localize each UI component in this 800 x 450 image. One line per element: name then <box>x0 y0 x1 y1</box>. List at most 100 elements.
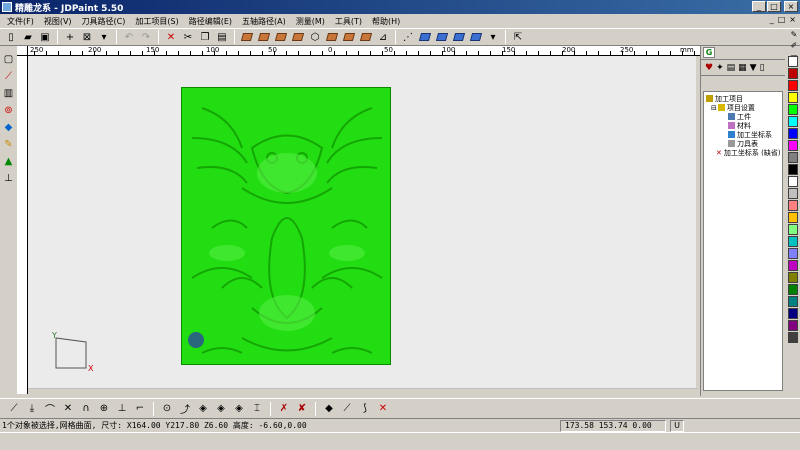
color-swatch[interactable] <box>788 320 798 331</box>
cam-tool-icon[interactable]: ⊚ <box>2 103 16 117</box>
view-wire-icon[interactable]: ⬡ <box>307 29 323 45</box>
tool-icon[interactable]: ✦ <box>716 63 724 73</box>
filter-icon[interactable]: ▼ <box>750 63 757 73</box>
project-tab[interactable]: G <box>703 47 715 58</box>
minimize-icon[interactable]: _ <box>752 1 766 12</box>
color-swatch[interactable] <box>788 272 798 283</box>
shaded-cube-icon[interactable] <box>451 29 467 45</box>
color-swatch[interactable] <box>788 224 798 235</box>
paste-icon[interactable]: ▤ <box>214 29 230 45</box>
color-swatch[interactable] <box>788 296 798 307</box>
select-tool-icon[interactable]: ▢ <box>2 52 16 66</box>
paint-tool-icon[interactable]: ✎ <box>2 137 16 151</box>
doc-close-icon[interactable]: × <box>789 15 796 24</box>
color-swatch[interactable] <box>788 68 798 79</box>
menu-5axis[interactable]: 五轴路径(A) <box>237 16 291 27</box>
menu-toolpath[interactable]: 刀具路径(C) <box>77 16 131 27</box>
join-icon[interactable]: ✘ <box>294 401 310 417</box>
undo-icon[interactable]: ↶ <box>121 29 137 45</box>
grid-select-icon[interactable]: ⋰ <box>400 29 416 45</box>
diamond-icon[interactable]: ◈ <box>231 401 247 417</box>
zoom-box-icon[interactable]: ⊠ <box>79 29 95 45</box>
intersect-icon[interactable]: ✕ <box>60 401 76 417</box>
pointer-help-icon[interactable]: ⇱ <box>510 29 526 45</box>
color-swatch[interactable] <box>788 212 798 223</box>
curve-icon[interactable]: ∩ <box>78 401 94 417</box>
menu-measure[interactable]: 测量(M) <box>291 16 330 27</box>
polyline-tool-icon[interactable]: ⟋ <box>2 69 16 83</box>
split-icon[interactable]: ⟋ <box>339 401 355 417</box>
delete-icon[interactable]: ✕ <box>163 29 179 45</box>
menu-file[interactable]: 文件(F) <box>2 16 39 27</box>
line-tool-icon[interactable]: ⟋ <box>6 401 22 417</box>
color-swatch[interactable] <box>788 260 798 271</box>
horizontal-scrollbar[interactable] <box>28 388 698 396</box>
close-icon[interactable]: × <box>784 1 798 12</box>
view-cube-icon[interactable] <box>341 29 357 45</box>
color-swatch[interactable] <box>788 248 798 259</box>
copy-icon[interactable]: ❐ <box>197 29 213 45</box>
arc-icon[interactable]: ⌒ <box>42 401 58 417</box>
status-mode[interactable]: U <box>670 419 684 432</box>
color-swatch[interactable] <box>788 128 798 139</box>
color-swatch[interactable] <box>788 188 798 199</box>
view-cube-icon[interactable] <box>324 29 340 45</box>
color-swatch[interactable] <box>788 308 798 319</box>
break-icon[interactable]: ✗ <box>276 401 292 417</box>
diamond-icon[interactable]: ◈ <box>213 401 229 417</box>
view-cube-icon[interactable] <box>358 29 374 45</box>
measure-tool-icon[interactable]: ▥ <box>2 86 16 100</box>
path-icon[interactable]: ♥ <box>705 63 713 73</box>
color-swatch[interactable] <box>788 176 798 187</box>
shaded-cube-icon[interactable] <box>434 29 450 45</box>
view-cube-icon[interactable] <box>239 29 255 45</box>
maximize-icon[interactable]: □ <box>767 1 781 12</box>
menu-help[interactable]: 帮助(H) <box>367 16 405 27</box>
color-swatch[interactable] <box>788 104 798 115</box>
drawing-canvas[interactable]: Y X <box>28 56 696 388</box>
edit-node-icon[interactable]: ⌶ <box>249 401 265 417</box>
color-swatch[interactable] <box>788 152 798 163</box>
extend-icon[interactable]: ⟆ <box>357 401 373 417</box>
diamond-icon[interactable]: ◈ <box>195 401 211 417</box>
view-cube-icon[interactable] <box>290 29 306 45</box>
trim-icon[interactable]: ⤓ <box>24 401 40 417</box>
new-file-icon[interactable]: ▯ <box>3 29 19 45</box>
view-cube-icon[interactable] <box>273 29 289 45</box>
color-swatch[interactable] <box>788 80 798 91</box>
menu-view[interactable]: 视图(V) <box>39 16 77 27</box>
color-swatch[interactable] <box>788 140 798 151</box>
perpendicular-icon[interactable]: ⊥ <box>114 401 130 417</box>
axis-tool-icon[interactable]: ⊥ <box>2 171 16 185</box>
list-icon[interactable]: ▤ <box>727 63 736 73</box>
delete-icon[interactable]: ✕ <box>375 401 391 417</box>
circle-snap-icon[interactable]: ⊕ <box>96 401 112 417</box>
save-icon[interactable]: ▣ <box>37 29 53 45</box>
dropdown-arrow-icon[interactable]: ▾ <box>485 29 501 45</box>
color-swatch[interactable] <box>788 332 798 343</box>
node-icon[interactable]: ◆ <box>321 401 337 417</box>
point-icon[interactable]: ⊙ <box>159 401 175 417</box>
color-swatch[interactable] <box>788 236 798 247</box>
shaded-cube-icon[interactable] <box>468 29 484 45</box>
view-cube-icon[interactable] <box>256 29 272 45</box>
brush-icon[interactable]: ✐ <box>791 41 798 50</box>
menu-project[interactable]: 加工项目(S) <box>130 16 183 27</box>
color-swatch[interactable] <box>788 284 798 295</box>
tree-wcs-default[interactable]: ✕ 加工坐标系 (缺省) <box>706 148 781 158</box>
surface-tool-icon[interactable]: ◆ <box>2 120 16 134</box>
crosshair-icon[interactable]: + <box>62 29 78 45</box>
color-swatch[interactable] <box>788 164 798 175</box>
open-folder-icon[interactable]: ▰ <box>20 29 36 45</box>
document-icon[interactable]: ▯ <box>760 63 765 73</box>
relief-surface[interactable] <box>181 87 391 365</box>
menu-path-edit[interactable]: 路径编辑(E) <box>184 16 237 27</box>
fill-tool-icon[interactable]: ▲ <box>2 154 16 168</box>
cut-icon[interactable]: ✂ <box>180 29 196 45</box>
doc-restore-icon[interactable]: □ <box>778 15 786 24</box>
fillet-icon[interactable]: ⤴ <box>177 401 193 417</box>
color-swatch[interactable] <box>788 56 798 67</box>
color-swatch[interactable] <box>788 92 798 103</box>
shaded-cube-icon[interactable] <box>417 29 433 45</box>
color-swatch[interactable] <box>788 116 798 127</box>
